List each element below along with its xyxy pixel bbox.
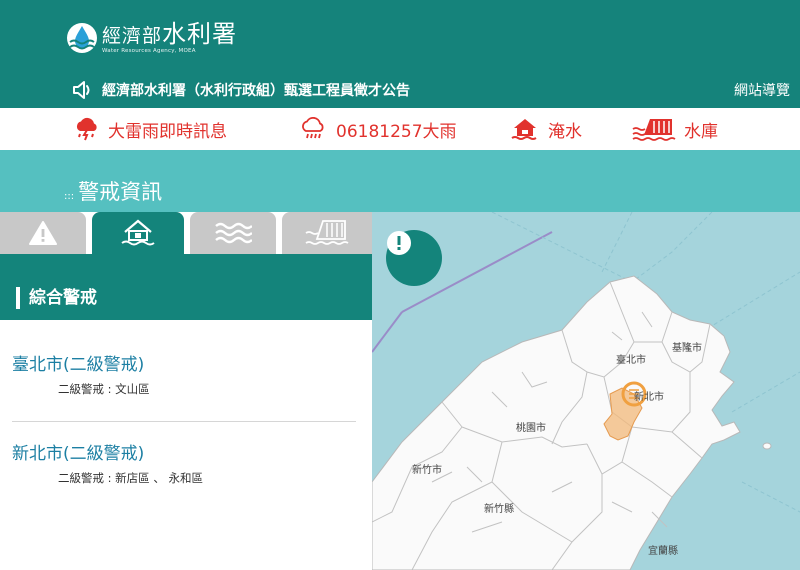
warning-map[interactable]: 臺北市 基隆市 新北市 桃園市 新竹市 新竹縣 宜蘭縣 — [372, 212, 800, 570]
announcement-text[interactable]: 經濟部水利署（水利行政組）甄選工程員徵才公告 — [102, 80, 410, 100]
map-label-taoyuan: 桃園市 — [516, 423, 546, 434]
panel-title: 綜合警戒 — [16, 287, 97, 309]
sitemap-link[interactable]: 網站導覽 — [734, 80, 790, 100]
tab-reservoir[interactable] — [282, 212, 372, 254]
agency-logo[interactable]: 經濟部水利署 Water Resources Agency, MOEA — [66, 22, 237, 54]
boundary-line — [372, 311, 403, 353]
section-title: ::: 警戒資訊 — [64, 176, 162, 206]
map-label-yilan: 宜蘭縣 — [648, 546, 678, 557]
warning-tabs — [0, 212, 372, 254]
map-label-hsinchu-county: 新竹縣 — [484, 504, 514, 515]
alert-thunderstorm-label: 大雷雨即時訊息 — [108, 121, 227, 142]
heavy-rain-icon — [302, 117, 324, 139]
map-label-new-taipei: 新北市 — [634, 392, 664, 403]
reservoir-icon — [632, 119, 676, 141]
alert-thunderstorm[interactable]: 大雷雨即時訊息 — [74, 108, 227, 150]
warning-district-detail: 二級警戒 : 新店區 、 永和區 — [58, 471, 203, 485]
map-label-hsinchu-city: 新竹市 — [412, 465, 442, 476]
tab-flood[interactable] — [92, 212, 184, 254]
land-mass — [372, 275, 741, 570]
reservoir-icon — [305, 220, 349, 245]
map-label-keelung: 基隆市 — [672, 343, 702, 354]
tab-water-level[interactable] — [190, 212, 276, 254]
warning-icon — [387, 231, 411, 255]
warning-city-link[interactable]: 臺北市(二級警戒) — [12, 350, 144, 375]
logo-subtitle: Water Resources Agency, MOEA — [102, 47, 196, 54]
site-header: 經濟部水利署 Water Resources Agency, MOEA 經濟部水… — [0, 0, 800, 108]
warning-list: 臺北市(二級警戒) 二級警戒 : 文山區 新北市(二級警戒) 二級警戒 : 新店… — [0, 320, 372, 570]
thunderstorm-icon — [76, 117, 97, 141]
warning-district-detail: 二級警戒 : 文山區 — [58, 382, 150, 396]
waves-icon — [215, 222, 252, 244]
section-title-text: 警戒資訊 — [78, 180, 163, 204]
alert-reservoir[interactable]: 水庫 — [632, 108, 718, 150]
map-warning-layer-button[interactable] — [386, 230, 442, 286]
island — [762, 442, 772, 450]
section-band: ::: 警戒資訊 — [0, 150, 800, 212]
alert-heavy-rain-label: 06181257大雨 — [336, 121, 457, 142]
alert-heavy-rain[interactable]: 06181257大雨 — [300, 108, 457, 150]
logo-ministry: 經濟部 — [102, 24, 163, 47]
alert-bar: 大雷雨即時訊息 06181257大雨 淹水 水庫 — [0, 108, 800, 150]
warning-icon — [29, 221, 57, 245]
tab-general-warning[interactable] — [0, 212, 86, 254]
water-drop-logo-icon — [67, 23, 97, 53]
announcement-ticker[interactable]: 經濟部水利署（水利行政組）甄選工程員徵才公告 — [72, 80, 410, 100]
speaker-icon — [73, 81, 90, 99]
flood-house-icon — [511, 119, 537, 140]
alert-reservoir-label: 水庫 — [684, 121, 718, 142]
alert-flood-label: 淹水 — [548, 121, 582, 142]
logo-agency: 水利署 — [162, 19, 238, 48]
alert-flood[interactable]: 淹水 — [510, 108, 582, 150]
map-label-taipei: 臺北市 — [616, 355, 646, 366]
panel-header: 綜合警戒 — [0, 254, 372, 320]
list-divider — [12, 421, 356, 422]
warning-city-link[interactable]: 新北市(二級警戒) — [12, 439, 144, 464]
section-title-prefix: ::: — [64, 191, 75, 202]
flood-house-icon — [121, 219, 155, 246]
